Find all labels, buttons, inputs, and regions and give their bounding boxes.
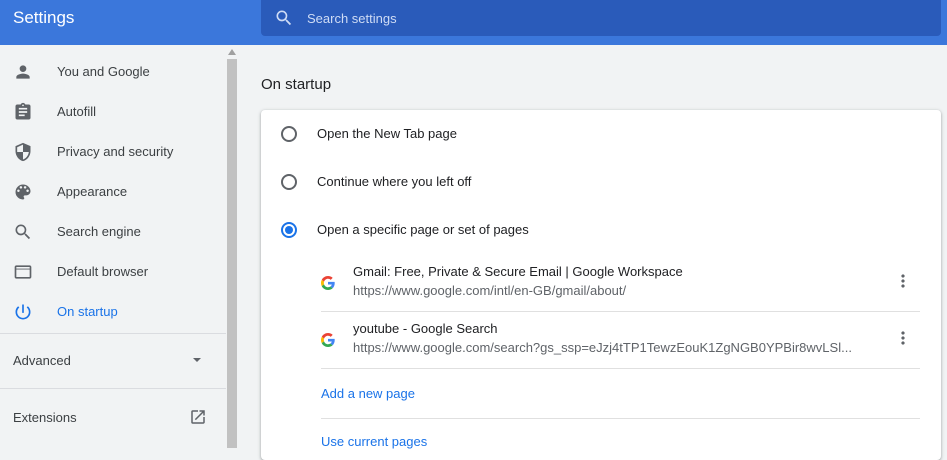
caret-down-icon	[193, 358, 201, 362]
page-url: https://www.google.com/search?gs_ssp=eJz…	[353, 340, 852, 355]
sidebar-item-default-browser[interactable]: Default browser	[0, 252, 226, 292]
extensions-label: Extensions	[13, 410, 77, 425]
sidebar-item-label: On startup	[57, 304, 118, 319]
advanced-label: Advanced	[13, 353, 71, 368]
search-input[interactable]	[307, 0, 907, 36]
sidebar-item-on-startup[interactable]: On startup	[0, 292, 226, 332]
more-vert-icon[interactable]	[893, 328, 913, 348]
sidebar-divider	[0, 388, 226, 389]
option-specific-pages[interactable]: Open a specific page or set of pages	[261, 206, 941, 254]
sidebar-item-label: Autofill	[57, 104, 97, 119]
page-title: youtube - Google Search	[353, 321, 498, 336]
google-favicon-icon	[321, 333, 335, 347]
search-box[interactable]	[261, 0, 941, 36]
row-divider	[321, 311, 920, 312]
radio-button[interactable]	[281, 174, 297, 190]
sidebar-divider	[0, 333, 226, 334]
radio-dot	[285, 226, 293, 234]
person-icon	[16, 65, 30, 79]
page-url: https://www.google.com/intl/en-GB/gmail/…	[353, 283, 627, 298]
option-new-tab[interactable]: Open the New Tab page	[261, 110, 941, 158]
sidebar-item-label: Default browser	[57, 264, 149, 279]
startup-page-entry: youtube - Google Search https://www.goog…	[321, 314, 921, 370]
top-bar: Settings	[0, 0, 947, 45]
scroll-up-arrow-icon[interactable]	[228, 49, 236, 55]
radio-button-checked[interactable]	[281, 222, 297, 238]
google-favicon-icon	[321, 276, 335, 290]
sidebar-scrollbar[interactable]	[226, 45, 238, 448]
browser-window-icon	[14, 265, 32, 279]
extensions-link[interactable]: Extensions	[0, 400, 226, 436]
more-vert-icon[interactable]	[893, 271, 913, 291]
row-divider	[321, 418, 920, 419]
search-icon	[15, 224, 31, 240]
sidebar-item-label: Privacy and security	[57, 144, 174, 159]
option-label: Continue where you left off	[317, 174, 472, 189]
add-page-button[interactable]: Add a new page	[321, 386, 415, 401]
clipboard-icon	[15, 102, 31, 120]
app-title: Settings	[13, 8, 75, 27]
palette-icon	[15, 184, 31, 200]
sidebar-item-privacy[interactable]: Privacy and security	[0, 132, 226, 172]
section-title: On startup	[261, 76, 332, 93]
startup-page-entry: Gmail: Free, Private & Secure Email | Go…	[321, 257, 921, 313]
option-label: Open the New Tab page	[317, 126, 457, 141]
sidebar-item-label: Appearance	[57, 184, 128, 199]
power-icon	[15, 304, 31, 320]
option-label: Open a specific page or set of pages	[317, 222, 529, 237]
radio-button[interactable]	[281, 126, 297, 142]
option-continue[interactable]: Continue where you left off	[261, 158, 941, 206]
sidebar-item-label: You and Google	[57, 64, 150, 79]
sidebar-item-you-and-google[interactable]: You and Google	[0, 52, 226, 92]
search-icon[interactable]	[274, 8, 294, 28]
startup-card: Open the New Tab page Continue where you…	[261, 110, 941, 460]
sidebar-item-label: Search engine	[57, 224, 141, 239]
page-title: Gmail: Free, Private & Secure Email | Go…	[353, 264, 683, 279]
scroll-thumb[interactable]	[227, 59, 237, 448]
sidebar-item-appearance[interactable]: Appearance	[0, 172, 226, 212]
sidebar: You and Google Autofill Privacy and secu…	[0, 45, 226, 448]
open-in-new-icon	[191, 410, 205, 424]
advanced-toggle[interactable]: Advanced	[0, 342, 226, 378]
sidebar-item-autofill[interactable]: Autofill	[0, 92, 226, 132]
sidebar-item-search-engine[interactable]: Search engine	[0, 212, 226, 252]
row-divider	[321, 368, 920, 369]
use-current-pages-button[interactable]: Use current pages	[321, 434, 427, 449]
shield-icon	[15, 142, 31, 162]
